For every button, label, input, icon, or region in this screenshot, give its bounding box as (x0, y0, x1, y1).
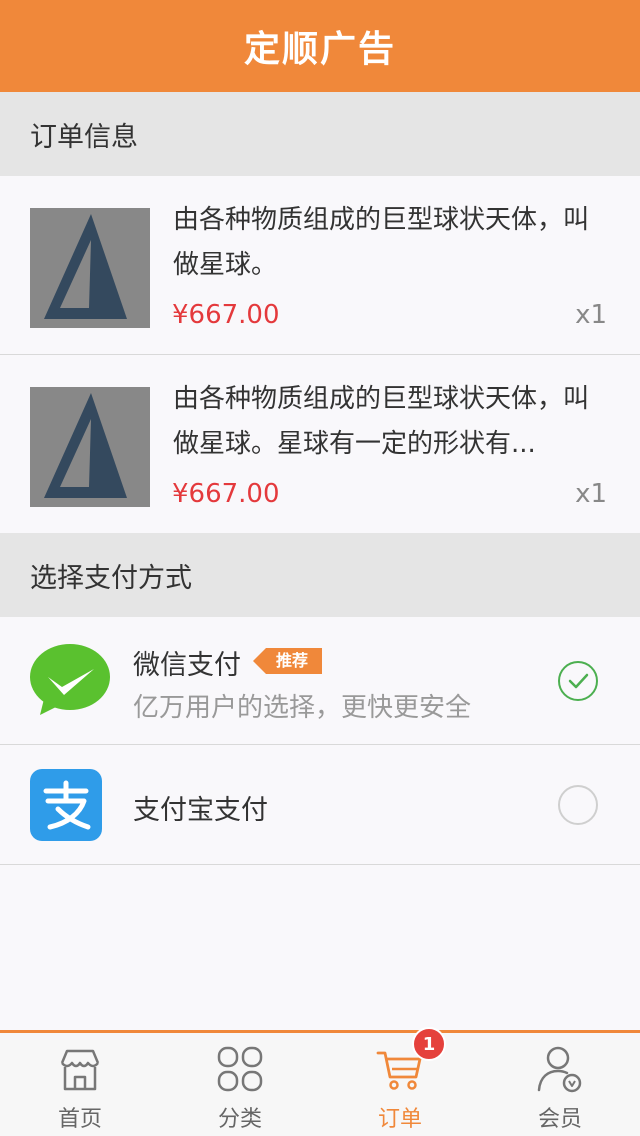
recommended-label: 推荐 (266, 648, 323, 674)
order-item[interactable]: 由各种物质组成的巨型球状天体，叫做星球。星球有一定的形状有... ¥667.00… (0, 355, 640, 533)
tab-category[interactable]: 分类 (160, 1033, 320, 1136)
item-description: 由各种物质组成的巨型球状天体，叫做星球。 (173, 205, 590, 280)
app-header: 定顺广告 (0, 0, 640, 92)
product-thumbnail (30, 208, 150, 328)
checkout-page: 定顺广告 订单信息 由各种物质组成的巨型球状天体，叫做星球。 ¥667.00 x… (0, 0, 640, 1136)
wechat-pay-icon (30, 643, 111, 715)
payment-option-alipay[interactable]: 支付宝支付 (0, 745, 640, 865)
payment-method-name: 微信支付 (133, 650, 241, 681)
order-item[interactable]: 由各种物质组成的巨型球状天体，叫做星球。 ¥667.00 x1 (0, 176, 640, 355)
item-price: ¥667.00 (172, 479, 280, 509)
bottom-tab-bar: 首页 分类 1 订单 会员 (0, 1027, 640, 1136)
tab-label: 分类 (217, 1107, 262, 1132)
cart-count-badge: 1 (412, 1027, 446, 1061)
item-quantity: x1 (575, 479, 607, 509)
payment-radio-unselected[interactable] (558, 785, 598, 825)
payment-method-subtitle: 亿万用户的选择，更快更安全 (133, 693, 472, 723)
category-grid-icon (214, 1043, 266, 1095)
product-thumbnail (30, 387, 150, 507)
checkmark-icon (568, 673, 589, 689)
tab-label: 会员 (537, 1107, 582, 1132)
payment-radio-selected[interactable] (558, 661, 598, 701)
tab-label: 首页 (57, 1107, 102, 1132)
order-section-header: 订单信息 (0, 92, 640, 176)
recommended-badge: 推荐 (253, 648, 323, 674)
payment-section-header: 选择支付方式 (0, 533, 640, 617)
placeholder-image-icon (30, 208, 150, 328)
tab-label: 订单 (377, 1107, 422, 1132)
member-icon (534, 1043, 586, 1095)
page-title: 定顺广告 (243, 29, 396, 70)
tab-member[interactable]: 会员 (480, 1033, 640, 1136)
tab-orders[interactable]: 1 订单 (320, 1027, 480, 1136)
item-description: 由各种物质组成的巨型球状天体，叫做星球。星球有一定的形状有... (173, 384, 590, 459)
payment-method-name: 支付宝支付 (133, 795, 268, 826)
payment-option-wechat[interactable]: 微信支付 推荐 亿万用户的选择，更快更安全 (0, 617, 640, 745)
placeholder-image-icon (30, 387, 150, 507)
item-price: ¥667.00 (172, 300, 280, 330)
alipay-icon (30, 769, 102, 841)
item-quantity: x1 (575, 300, 607, 330)
storefront-icon (54, 1043, 106, 1095)
tab-home[interactable]: 首页 (0, 1033, 160, 1136)
